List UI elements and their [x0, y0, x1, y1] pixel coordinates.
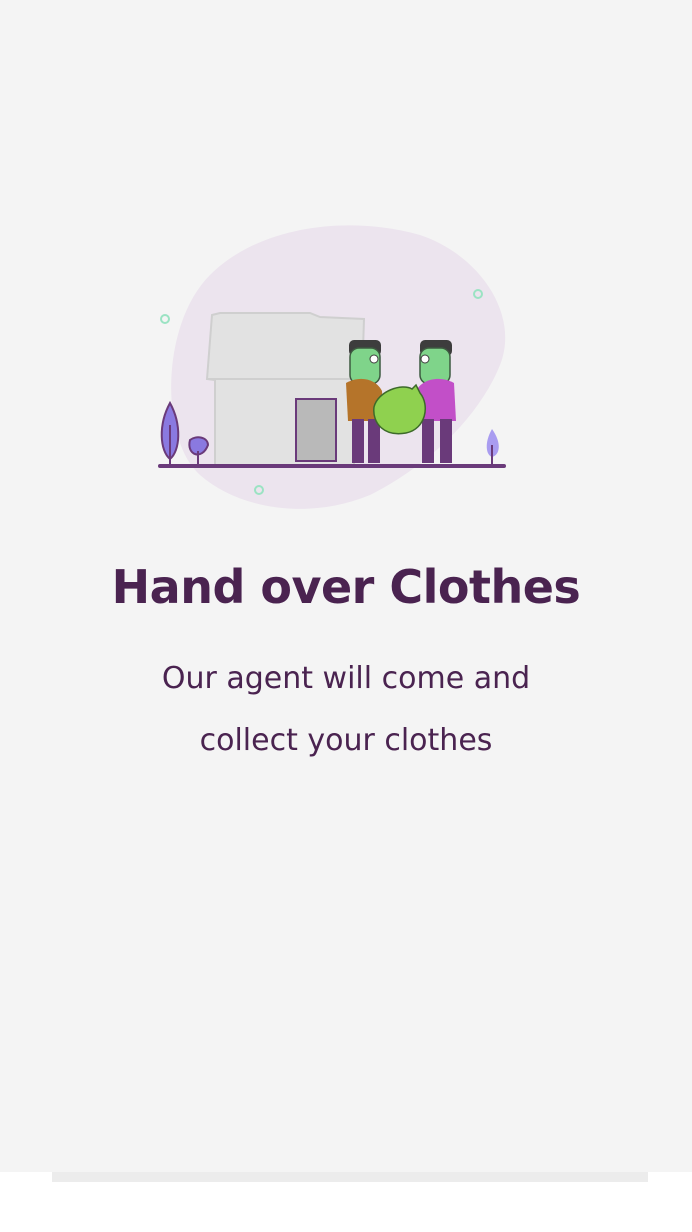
onboarding-page: Hand over Clothes Our agent will come an… — [0, 0, 692, 1172]
plant-icon — [486, 429, 499, 465]
door — [295, 398, 337, 462]
hand-over-clothes-illustration — [158, 225, 506, 509]
onboarding-title: Hand over Clothes — [111, 560, 581, 614]
sparkle-dot — [160, 314, 170, 324]
house-icon — [205, 312, 366, 466]
subtitle-line: collect your clothes — [199, 723, 493, 758]
app-screen: Hand over Clothes Our agent will come an… — [0, 0, 692, 1232]
bottom-edge-strip — [52, 1172, 648, 1182]
onboarding-subtitle: Our agent will come and collect your clo… — [0, 648, 692, 772]
ground-line — [158, 464, 506, 468]
subtitle-line: Our agent will come and — [161, 661, 531, 696]
